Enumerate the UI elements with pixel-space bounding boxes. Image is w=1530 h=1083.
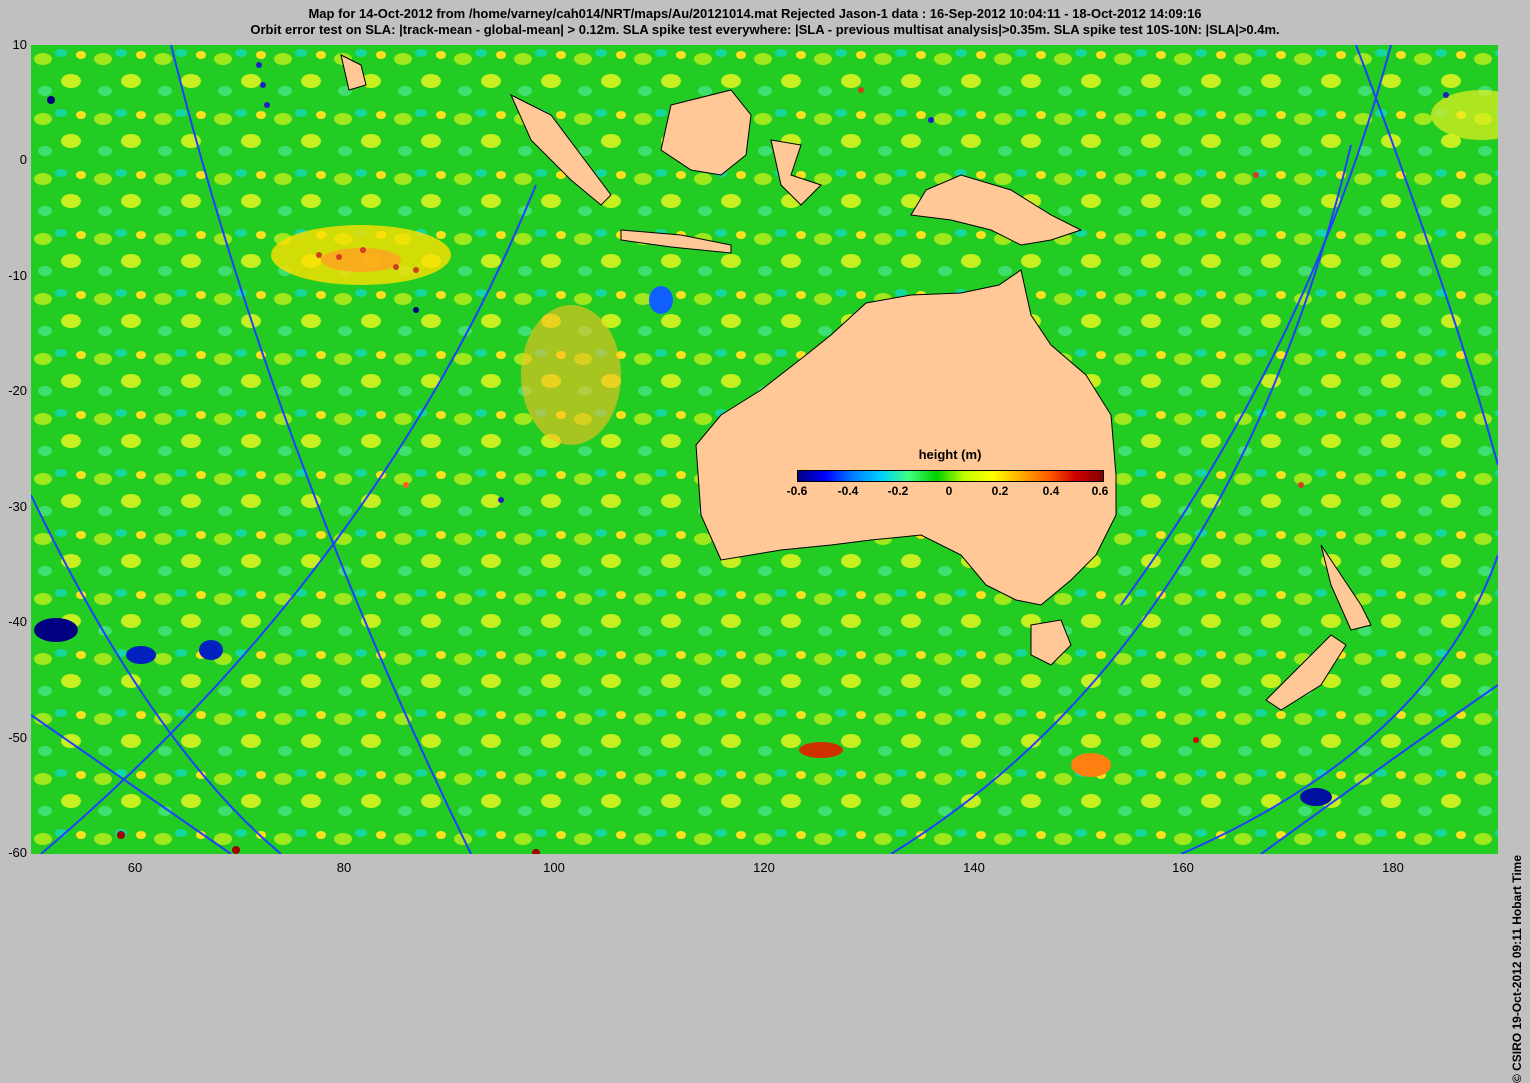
map-title-line1: Map for 14-Oct-2012 from /home/varney/ca… (308, 6, 1202, 21)
lat-tick: -40 (8, 614, 27, 629)
lat-tick: 10 (12, 37, 27, 52)
legend-title: height (m) (918, 447, 982, 462)
lon-tick: 180 (1382, 860, 1404, 875)
lon-tick: 160 (1172, 860, 1194, 875)
lat-tick: -30 (8, 499, 27, 514)
lat-tick: -60 (8, 845, 27, 860)
lon-tick: 100 (543, 860, 565, 875)
colorbar-tick: -0.4 (837, 484, 859, 498)
lon-tick: 60 (127, 860, 143, 875)
lat-tick: -20 (8, 383, 27, 398)
lon-tick: 80 (336, 860, 352, 875)
credit-text: © CSIRO 19-Oct-2012 09:11 Hobart Time (1510, 855, 1524, 1083)
lon-tick: 120 (753, 860, 775, 875)
lon-tick: 140 (963, 860, 985, 875)
colorbar-legend: height (m) -0.6 -0.4 -0.2 0 0.2 0.4 0.6 (780, 447, 1120, 502)
sla-map (31, 45, 1498, 854)
lat-tick: -10 (8, 268, 27, 283)
colorbar-tick: 0 (945, 484, 953, 498)
colorbar (797, 470, 1104, 482)
colorbar-tick: 0.6 (1091, 484, 1109, 498)
lat-tick: 0 (19, 152, 27, 167)
lat-tick: -50 (8, 730, 27, 745)
colorbar-tick: -0.6 (786, 484, 808, 498)
colorbar-tick: 0.4 (1042, 484, 1060, 498)
colorbar-tick: -0.2 (887, 484, 909, 498)
map-title-line2: Orbit error test on SLA: |track-mean - g… (250, 22, 1280, 37)
colorbar-tick: 0.2 (991, 484, 1009, 498)
